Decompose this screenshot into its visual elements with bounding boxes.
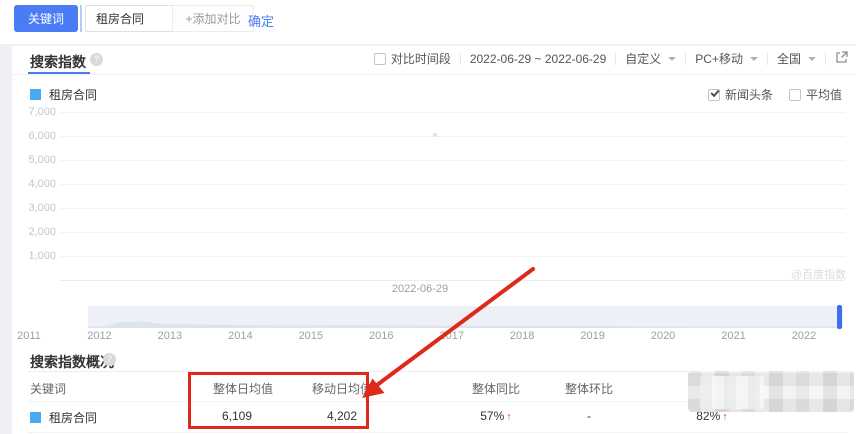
x-axis-label: 2022-06-29 — [370, 283, 470, 295]
divider — [615, 53, 616, 65]
chart-controls: 对比时间段 2022-06-29 ~ 2022-06-29 自定义 PC+移动 … — [374, 50, 848, 67]
toolbar-divider — [80, 5, 82, 32]
divider — [767, 53, 768, 65]
timeline-year: 2018 — [501, 330, 543, 342]
chevron-down-icon — [668, 57, 676, 61]
chevron-down-icon — [750, 57, 758, 61]
timeline-year: 2012 — [78, 330, 120, 342]
col-header-keyword: 关键词 — [30, 380, 66, 397]
legend-swatch — [30, 89, 41, 100]
mobile-daily-value: 4,202 — [282, 409, 402, 423]
help-icon[interactable]: ? — [103, 353, 116, 366]
compare-period-checkbox[interactable] — [374, 53, 386, 65]
timeline-year: 2017 — [431, 330, 473, 342]
overlay-toggles: 新闻头条 平均值 — [708, 86, 842, 103]
add-compare-button[interactable]: +添加对比 — [172, 5, 254, 32]
timeline-year: 2022 — [783, 330, 825, 342]
tab-bar-border — [12, 74, 856, 75]
device-dropdown[interactable]: PC+移动 — [695, 50, 758, 67]
timeline-year-labels: 2011 2012 2013 2014 2015 2016 2017 2018 2019 2020… — [8, 330, 825, 342]
timeline-handle[interactable] — [837, 305, 842, 329]
timeline-year: 2014 — [219, 330, 261, 342]
timeline-brush[interactable] — [88, 306, 843, 328]
chart-legend: 租房合同 — [30, 86, 97, 103]
y-tick-label: 5,000 — [10, 153, 56, 167]
region-value: 全国 — [777, 50, 801, 67]
y-tick-label: 3,000 — [10, 201, 56, 215]
news-checkbox[interactable] — [708, 89, 720, 101]
device-value: PC+移动 — [695, 50, 743, 67]
row-keyword: 租房合同 — [49, 409, 97, 426]
region-dropdown[interactable]: 全国 — [777, 50, 816, 67]
mosaic-censor-patch — [700, 376, 764, 409]
average-label: 平均值 — [806, 86, 842, 103]
compare-period-toggle[interactable]: 对比时间段 — [374, 50, 451, 67]
keyword-button[interactable]: 关键词 — [14, 5, 78, 32]
average-toggle[interactable]: 平均值 — [789, 86, 842, 103]
divider — [685, 53, 686, 65]
keyword-input[interactable] — [85, 5, 177, 32]
range-type-value: 自定义 — [625, 50, 661, 67]
col-header-mobile-daily: 移动日均值 — [282, 380, 402, 397]
timeline-mini-series — [88, 321, 843, 328]
average-checkbox[interactable] — [789, 89, 801, 101]
y-tick-label: 6,000 — [10, 129, 56, 143]
y-tick-label: 7,000 — [10, 105, 56, 119]
data-point[interactable] — [433, 133, 437, 137]
table-border-bottom — [28, 432, 848, 433]
y-tick-label: 1,000 — [10, 249, 56, 263]
trend-up-icon: ↑ — [506, 411, 512, 423]
y-tick-label: 4,000 — [10, 177, 56, 191]
range-type-dropdown[interactable]: 自定义 — [625, 50, 676, 67]
compare-period-label: 对比时间段 — [391, 50, 451, 67]
overall-mom-value: - — [529, 409, 649, 423]
row-swatch — [30, 412, 41, 423]
timeline-year: 2020 — [642, 330, 684, 342]
legend-keyword-label: 租房合同 — [49, 86, 97, 103]
watermark: @百度指数 — [791, 266, 846, 282]
timeline-year: 2013 — [149, 330, 191, 342]
y-axis-labels: 7,000 6,000 5,000 4,000 3,000 2,000 1,000 — [10, 105, 56, 263]
tab-search-index[interactable]: 搜索指数 — [30, 52, 86, 72]
overall-daily-value: 6,109 — [177, 409, 297, 423]
news-label: 新闻头条 — [725, 86, 773, 103]
col-header-overall-mom: 整体环比 — [529, 380, 649, 397]
y-tick-label: 2,000 — [10, 225, 56, 239]
chevron-down-icon — [808, 57, 816, 61]
chart-baseline — [60, 280, 845, 281]
trend-up-icon: ↑ — [722, 411, 728, 423]
timeline-year: 2011 — [8, 330, 50, 342]
divider — [825, 53, 826, 65]
date-range-value: 2022-06-29 ~ 2022-06-29 — [470, 52, 606, 66]
divider — [460, 53, 461, 65]
external-link-icon[interactable] — [835, 51, 848, 67]
news-toggle[interactable]: 新闻头条 — [708, 86, 773, 103]
timeline-year: 2021 — [713, 330, 755, 342]
date-range-picker[interactable]: 2022-06-29 ~ 2022-06-29 — [470, 52, 606, 66]
table-row[interactable]: 租房合同 — [30, 409, 97, 426]
timeline-year: 2015 — [290, 330, 332, 342]
confirm-button[interactable]: 确定 — [248, 11, 274, 30]
overview-title: 搜索指数概况 — [30, 352, 114, 372]
timeline-year: 2016 — [360, 330, 402, 342]
help-icon[interactable]: ? — [90, 53, 103, 66]
timeline-year: 2019 — [572, 330, 614, 342]
chart-plot-area[interactable] — [60, 112, 845, 281]
